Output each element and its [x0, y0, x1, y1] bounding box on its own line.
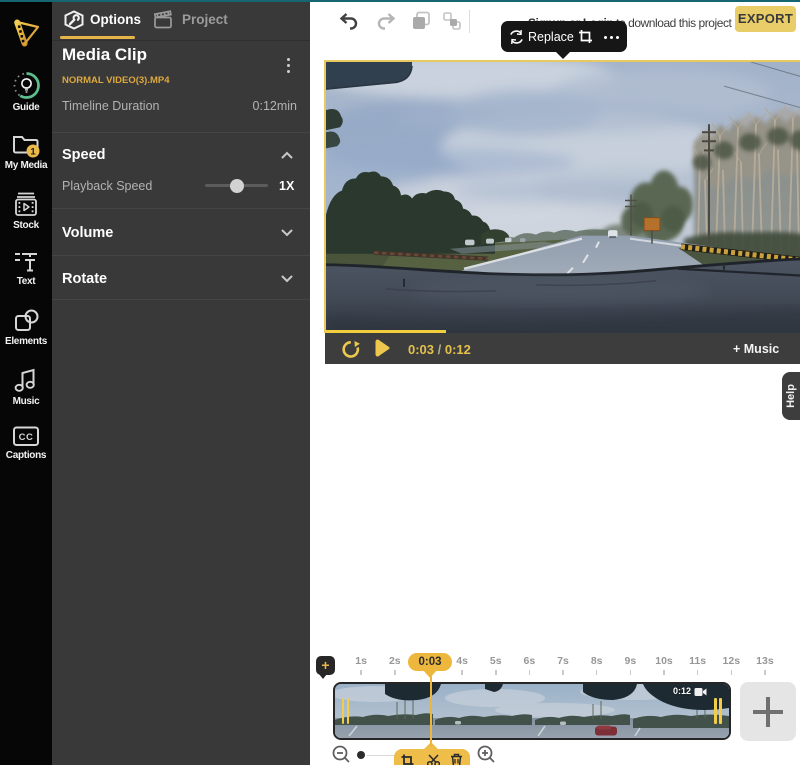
svg-text:1: 1 — [30, 146, 36, 157]
svg-text:CC: CC — [19, 432, 34, 443]
